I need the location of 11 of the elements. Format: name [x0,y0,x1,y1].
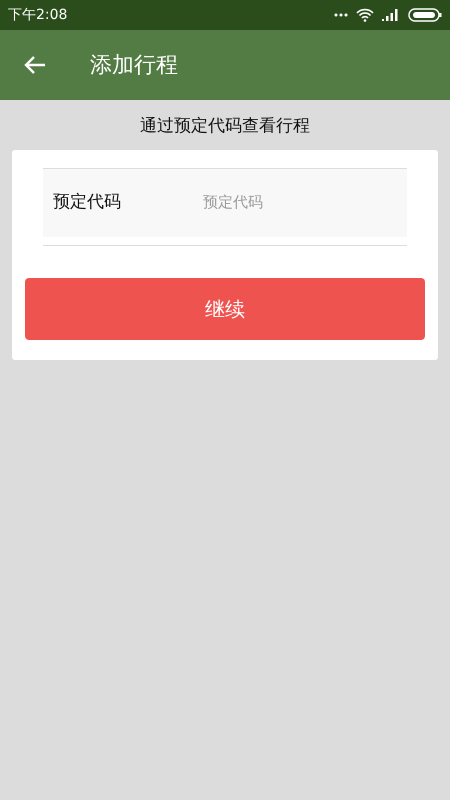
signal-icon [382,9,400,21]
wifi-icon [356,8,374,22]
continue-button[interactable]: 继续 [25,278,425,340]
app-bar-title: 添加行程 [90,52,178,80]
battery-icon [408,8,442,22]
page-subtitle: 通过预定代码查看行程 [139,115,311,138]
booking-code-field[interactable]: 预定代码 [203,191,397,214]
status-time: 下午2:08 [8,6,68,24]
more-dots-icon [334,13,348,17]
field-label: 预定代码 [53,190,122,214]
back-arrow-icon [24,55,46,75]
